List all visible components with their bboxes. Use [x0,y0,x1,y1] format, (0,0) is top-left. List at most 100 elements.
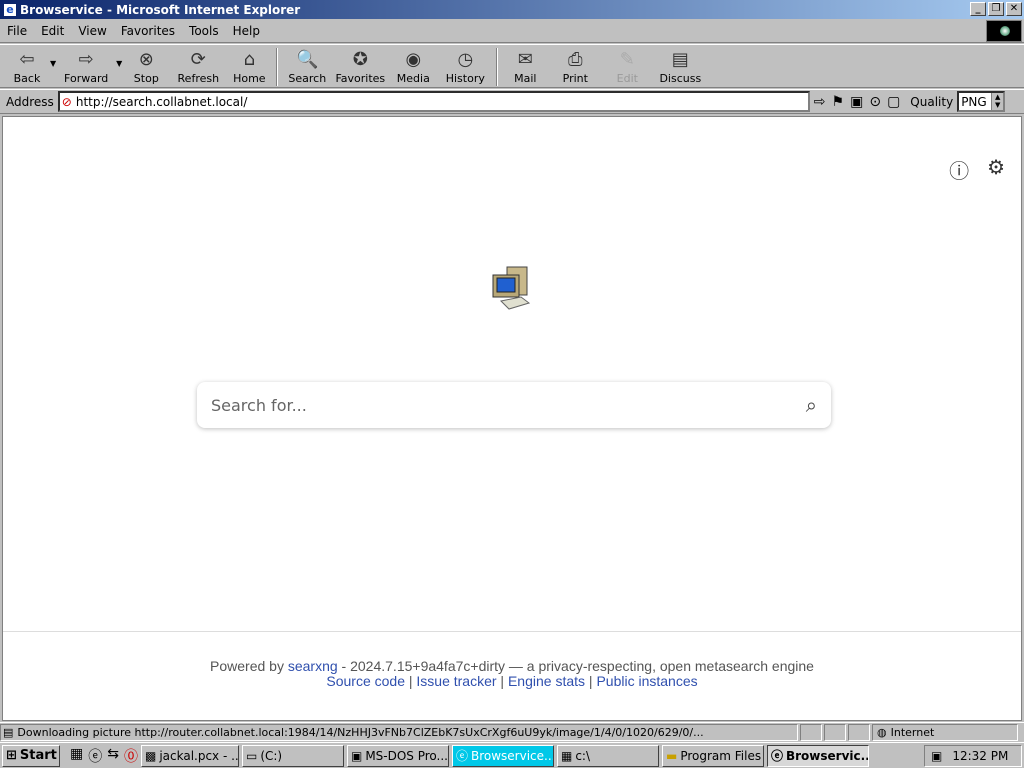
quick-launch: ▦ ⓔ ⇆ ⓪ [70,746,138,766]
binoculars-icon[interactable]: ⊙ [869,94,881,110]
menu-view[interactable]: View [71,24,113,38]
search-box: ⌕ [197,382,831,428]
status-cell [848,723,870,741]
restore-button[interactable]: ❐ [988,2,1004,16]
close-button[interactable]: ✕ [1006,2,1022,16]
task-browservice-2[interactable]: ⓔ Browservic... [766,744,869,767]
window-title: Browservice - Microsoft Internet Explore… [20,2,301,17]
top-right-icons: ⓘ ⚙ [949,155,1005,184]
taskbar: ⊞ Start ▦ ⓔ ⇆ ⓪ ▩ jackal.pcx - ... ▭ (C:) … [0,742,1024,768]
media-button[interactable]: ◉ Media [388,45,438,87]
mail-envelope-icon: ✉ [517,49,533,70]
gear-icon[interactable]: ⚙ [987,155,1005,184]
arrow-left-icon: ⇦ [19,49,35,70]
footer-powered-prefix: Powered by [210,658,288,674]
computer-logo-icon [492,266,531,310]
footer-powered-line: Powered by searxng - 2024.7.15+9a4fa7c+d… [3,659,1021,674]
print-button[interactable]: ⎙ Print [548,45,602,87]
refresh-button[interactable]: ⟳ Refresh [170,45,226,87]
arrow-right-icon: ⇨ [78,49,94,70]
history-globe-icon: ◷ [457,49,474,70]
find-page-icon[interactable]: ▣ [850,94,863,110]
stop-button[interactable]: ⊗ Stop [122,45,170,87]
task-msdos[interactable]: ▣ MS-DOS Pro... [346,744,449,767]
network-icon[interactable]: ⇆ [107,746,119,766]
address-bar: Address ⊘ http://search.collabnet.local/… [0,89,1024,114]
start-button[interactable]: ⊞ Start [2,744,60,767]
search-input[interactable] [211,395,806,415]
quality-value: PNG [961,94,987,109]
mail-button[interactable]: ✉ Mail [502,45,548,87]
tray-app-icon[interactable]: ▣ [931,749,942,763]
menu-help[interactable]: Help [226,24,267,38]
toolbar-separator [276,48,279,86]
history-button[interactable]: ◷ History [438,45,492,87]
menu-tools[interactable]: Tools [182,24,226,38]
broken-page-icon: ⊘ [61,94,72,109]
quality-select[interactable]: PNG ▲ ▼ [957,91,1006,112]
footer-version: - 2024.7.15+9a4fa7c+dirty — a privacy-re… [337,658,814,674]
engine-stats-link[interactable]: Engine stats [508,673,585,689]
task-program-files[interactable]: ▬ Program Files [661,744,764,767]
page-footer: Powered by searxng - 2024.7.15+9a4fa7c+d… [3,631,1021,689]
quality-label: Quality [910,94,954,109]
opera-icon[interactable]: ⓪ [124,746,138,766]
menu-bar: File Edit View Favorites Tools Help [0,19,1024,43]
source-code-link[interactable]: Source code [326,673,405,689]
search-icon[interactable]: ⌕ [806,393,817,417]
task-7zip[interactable]: ▦ c:\ [556,744,659,767]
address-buttons: ⇨ ⚑ ▣ ⊙ ▢ [814,94,901,110]
address-field[interactable]: ⊘ http://search.collabnet.local/ [57,91,810,112]
windows-logo-throbber [986,20,1022,42]
public-instances-link[interactable]: Public instances [596,673,697,689]
go-arrow-icon[interactable]: ⇨ [814,94,826,110]
standard-toolbar: ⇦ Back ▼ ⇨ Forward ▼ ⊗ Stop ⟳ Refresh ⌂ … [0,44,1024,88]
drive-icon: ▭ [245,748,258,763]
house-icon: ⌂ [243,49,256,70]
show-desktop-icon[interactable]: ▦ [70,746,83,766]
status-cell [824,723,846,741]
windows-flag-icon: ⊞ [6,748,17,763]
minimize-button[interactable]: _ [970,2,986,16]
footer-links: Source code | Issue tracker | Engine sta… [326,673,698,689]
msdos-icon: ▣ [350,748,363,763]
media-globe-icon: ◉ [405,49,422,70]
search-button[interactable]: 🔍 Search [282,45,332,87]
issue-tracker-link[interactable]: Issue tracker [416,673,496,689]
system-tray: ▣ 12:32 PM [924,745,1022,767]
address-url[interactable]: http://search.collabnet.local/ [76,95,248,109]
title-bar: e Browservice - Microsoft Internet Explo… [0,0,1024,19]
zone-label: Internet [890,725,935,739]
stop-icon: ⊗ [138,49,154,70]
printer-icon: ⎙ [568,49,583,70]
globe-icon: ◍ [877,725,887,739]
back-button[interactable]: ⇦ Back [4,45,50,87]
quality-spinner-icon[interactable]: ▲ ▼ [991,93,1004,110]
forward-button[interactable]: ⇨ Forward [56,45,116,87]
security-zone: ◍ Internet [872,723,1018,741]
task-drive-c[interactable]: ▭ (C:) [241,744,344,767]
menu-edit[interactable]: Edit [34,24,71,38]
menu-favorites[interactable]: Favorites [114,24,182,38]
favorites-button[interactable]: ✪ Favorites [332,45,388,87]
image-file-icon: ▩ [144,748,157,763]
bookmark-icon[interactable]: ⚑ [832,94,845,110]
task-jackal[interactable]: ▩ jackal.pcx - ... [140,744,239,767]
address-label: Address [6,94,54,109]
page-viewport: ⓘ ⚙ ⌕ Powered by searxng - 2024.7.15+9a4… [2,116,1022,721]
task-browservice-1[interactable]: ⓔ Browservice... [451,744,554,767]
status-page-icon: ▤ [3,725,14,739]
clipboard-icon[interactable]: ▢ [887,94,900,110]
ie-logo-icon: e [3,2,17,17]
status-message: Downloading picture http://router.collab… [17,725,704,739]
discuss-page-icon: ▤ [671,49,689,70]
toolbar-separator [496,48,499,86]
searxng-link[interactable]: searxng [288,658,338,674]
refresh-icon: ⟳ [190,49,206,70]
info-icon[interactable]: ⓘ [949,155,969,184]
menu-file[interactable]: File [0,24,34,38]
star-folder-icon: ✪ [352,49,368,70]
home-button[interactable]: ⌂ Home [226,45,272,87]
ie-quicklaunch-icon[interactable]: ⓔ [88,746,102,766]
discuss-button[interactable]: ▤ Discuss [652,45,708,87]
